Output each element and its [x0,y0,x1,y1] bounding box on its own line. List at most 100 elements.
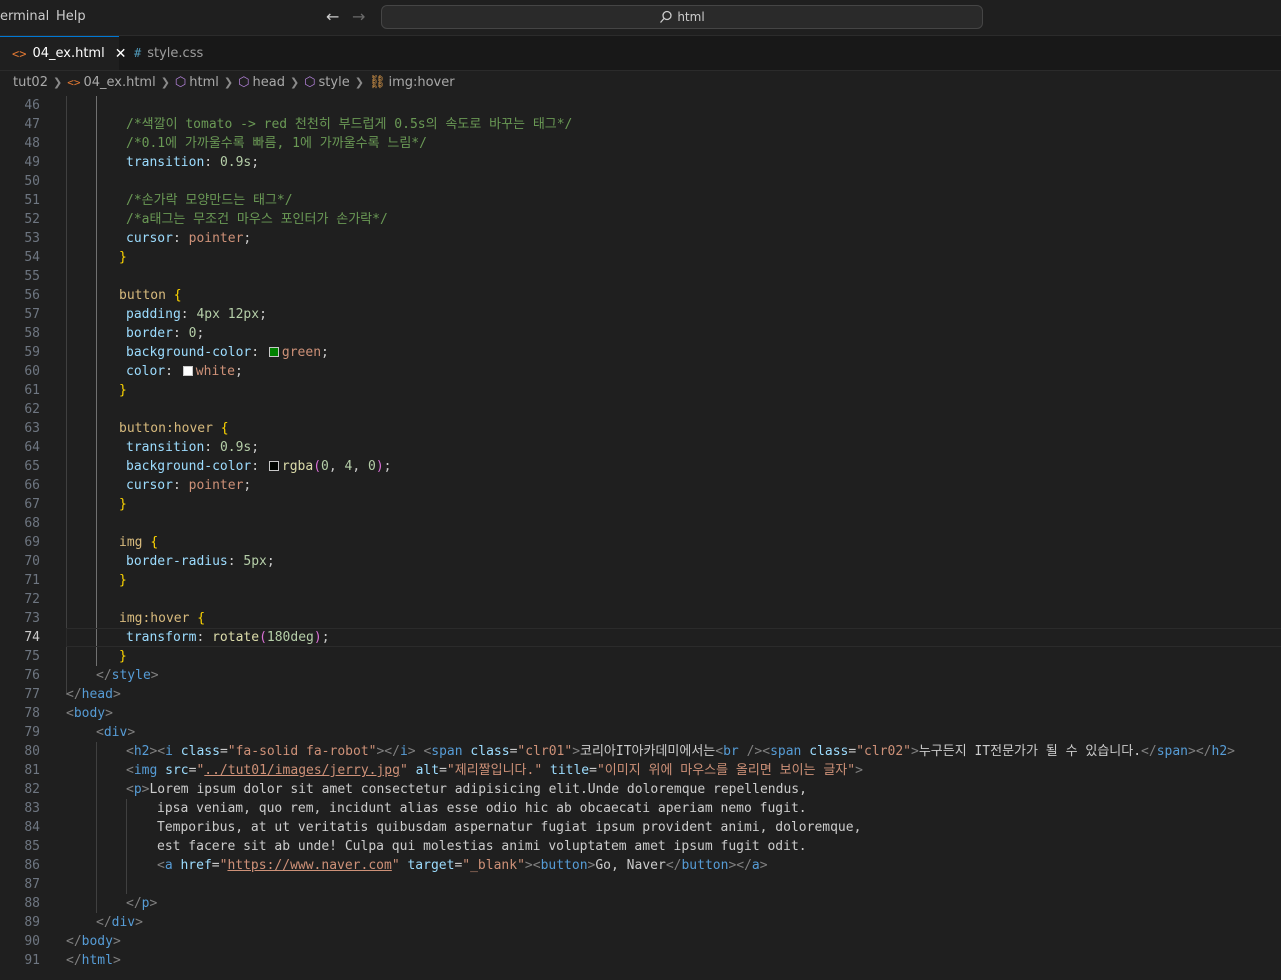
line-number: 47 [24,117,40,132]
line-number: 49 [24,155,40,170]
html-tag: head [81,687,113,702]
code-comment: /*색깔이 tomato -> red 천천히 부드럽게 0.5s의 속도로 바… [126,117,573,132]
code-line: 67} [0,495,1281,514]
html-attr: class [809,744,849,759]
breadcrumb-head[interactable]: head [252,75,284,90]
html-attr-value: "이미지 위에 마우스를 올리면 보이는 글자" [596,763,856,778]
color-swatch-green[interactable] [268,347,279,357]
forward-arrow-icon[interactable]: → [352,7,365,26]
chevron-right-icon: ❯ [289,75,300,89]
html-link[interactable]: https://www.naver.com [227,858,391,873]
line-number: 52 [24,212,40,227]
line-number: 68 [24,516,40,531]
css-property: color [126,364,166,379]
css-value: 0.9s [219,155,252,170]
html-attr: title [550,763,590,778]
css-property: border [126,326,173,341]
line-number: 59 [24,345,40,360]
css-property: transition [126,440,205,455]
code-line: 62 [0,400,1281,419]
chevron-right-icon: ❯ [354,75,364,89]
html-attr-value: "clr01" [517,744,573,759]
code-line: 48 /*0.1에 가까울수록 빠름, 1에 가까울수록 느림*/ [0,134,1281,153]
line-number: 58 [24,326,40,341]
breadcrumb-selector[interactable]: img:hover [388,75,454,90]
code-line: 85 est facere sit ab unde! Culpa qui mole… [0,837,1281,856]
html-text: est facere sit ab unde! Culpa qui molest… [157,839,807,854]
html-tag: html [81,953,113,968]
line-number: 48 [24,136,40,151]
code-line: 59 background-color: green; [0,343,1281,362]
line-number: 87 [24,877,40,892]
code-editor[interactable]: 46 47 /*색깔이 tomato -> red 천천히 부드럽게 0.5s의 … [0,96,1281,980]
line-number: 65 [24,459,40,474]
html-tag: span [770,744,802,759]
html-text: Lorem ipsum dolor sit amet consectetur a… [149,782,807,797]
css-value: 0.9s [219,440,252,455]
code-line: 60 color: white; [0,362,1281,381]
chevron-right-icon: ❯ [160,75,170,89]
css-function: rotate [212,630,260,645]
code-line: 53 cursor: pointer; [0,229,1281,248]
command-center-search[interactable]: html [381,5,983,29]
code-line: 54} [0,248,1281,267]
element-cube-icon: ⬡ [238,74,250,90]
breadcrumb-folder[interactable]: tut02 [13,75,48,90]
code-line: 73 img:hover { [0,609,1281,628]
code-line: 58 border: 0; [0,324,1281,343]
line-number: 75 [24,649,40,664]
line-number: 71 [24,573,40,588]
line-number: 60 [24,364,40,379]
code-comment: /*0.1에 가까울수록 빠름, 1에 가까울수록 느림*/ [126,136,427,151]
code-line: 80 <h2><i class="fa-solid fa-robot"></i> … [0,742,1281,761]
code-line: 65 background-color: rgba(0, 4, 0); [0,457,1281,476]
line-number: 72 [24,592,40,607]
html-tag: span [431,744,463,759]
tab-04-ex-html[interactable]: <> 04_ex.html ✕ [0,36,126,70]
line-number: 78 [24,706,40,721]
back-arrow-icon[interactable]: ← [326,7,339,26]
line-number: 51 [24,193,40,208]
breadcrumb-style[interactable]: style [319,75,350,90]
color-swatch-white[interactable] [182,366,193,376]
css-property: transition [126,155,205,170]
css-value: 4px 12px [196,307,260,322]
html-tag: button [540,858,588,873]
code-line: 64 transition: 0.9s; [0,438,1281,457]
menu-help[interactable]: Help [56,9,86,24]
search-icon [660,10,672,23]
code-line: 55 [0,267,1281,286]
code-line: 50 [0,172,1281,191]
line-number: 91 [24,953,40,968]
html-attr: href [180,858,212,873]
color-swatch-rgba[interactable] [268,461,279,471]
element-cube-icon: ⬡ [304,74,316,90]
line-number: 73 [24,611,40,626]
line-number: 61 [24,383,40,398]
code-line: 82 <p>Lorem ipsum dolor sit amet consecte… [0,780,1281,799]
chevron-right-icon: ❯ [223,75,234,89]
html-link[interactable]: ../tut01/images/jerry.jpg [204,763,400,778]
html-tag: br [723,744,739,759]
code-line: 81 <img src="../tut01/images/jerry.jpg" a… [0,761,1281,780]
code-line: 68 [0,514,1281,533]
html-tag: a [164,858,173,873]
css-value: white [195,364,235,379]
html-tag: style [111,668,151,683]
html-tag: button [681,858,729,873]
line-number: 66 [24,478,40,493]
code-line: 52 /*a태그는 무조건 마우스 포인터가 손가락*/ [0,210,1281,229]
line-number: 50 [24,174,40,189]
css-value: 180deg [266,630,314,645]
html-text: 누구든지 IT전문가가 될 수 있습니다. [918,744,1142,759]
line-number: 64 [24,440,40,455]
line-number: 90 [24,934,40,949]
menu-terminal[interactable]: erminal [0,9,49,24]
line-number: 84 [24,820,40,835]
breadcrumb-html[interactable]: html [189,75,219,90]
html-text: Temporibus, at ut veritatis quibusdam as… [157,820,862,835]
tab-style-css[interactable]: # style.css [120,36,238,70]
css-property: transform [126,630,197,645]
css-property: cursor [126,231,173,246]
breadcrumb-file[interactable]: 04_ex.html [83,75,155,90]
